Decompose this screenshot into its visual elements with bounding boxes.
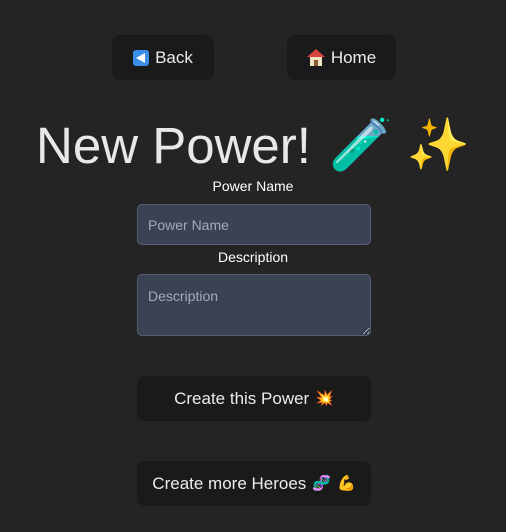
home-button[interactable]: Home — [287, 35, 396, 80]
description-input[interactable] — [137, 274, 371, 336]
description-label: Description — [217, 249, 289, 265]
sparkles-icon: ✨ — [406, 116, 470, 175]
dna-icon: 🧬 — [312, 474, 331, 492]
back-button-label: Back — [155, 47, 193, 67]
create-heroes-label: Create more Heroes — [152, 473, 307, 493]
collision-icon: 💥 — [315, 389, 334, 407]
create-power-label: Create this Power — [174, 388, 310, 408]
flexed-biceps-icon: 💪 — [337, 474, 356, 492]
create-heroes-button[interactable]: Create more Heroes 🧬 💪 — [137, 461, 371, 506]
back-arrow-icon — [133, 49, 150, 66]
test-tube-icon: 🧪 — [328, 116, 393, 175]
back-button[interactable]: Back — [112, 35, 214, 80]
page-title: New Power! — [36, 117, 311, 174]
new-power-page: Back Home New Power! 🧪 ✨ Power Name Desc… — [0, 0, 506, 532]
power-name-input[interactable] — [137, 204, 371, 245]
house-icon — [306, 48, 325, 67]
page-title-row: New Power! 🧪 ✨ — [0, 116, 506, 175]
home-button-label: Home — [330, 47, 377, 67]
power-name-label: Power Name — [212, 178, 294, 194]
create-power-button[interactable]: Create this Power 💥 — [137, 376, 371, 421]
